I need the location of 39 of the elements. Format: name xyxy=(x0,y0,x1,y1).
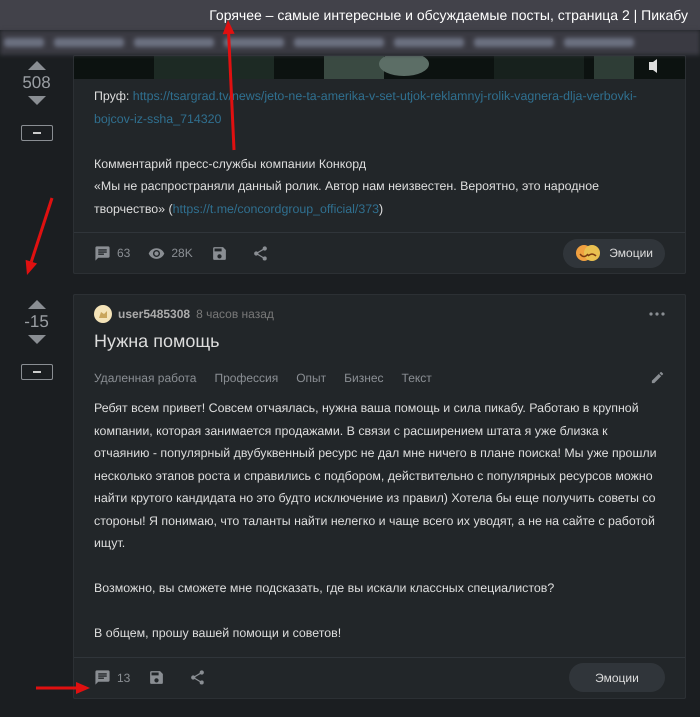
more-icon[interactable] xyxy=(649,311,665,317)
comment-count: 13 xyxy=(117,670,130,684)
comment-icon[interactable] xyxy=(94,669,111,686)
rating: -15 xyxy=(24,312,49,332)
tag[interactable]: Профессия xyxy=(214,370,278,384)
window-title: Горячее – самые интересные и обсуждаемые посты, страница 2 | Пикабу xyxy=(209,7,688,23)
rating: 508 xyxy=(22,73,51,93)
post-title[interactable]: Нужна помощь xyxy=(94,331,665,352)
downvote-icon[interactable] xyxy=(28,96,46,105)
view-count: 28K xyxy=(171,246,193,260)
avatar[interactable] xyxy=(94,305,112,323)
paragraph: Комментарий пресс-службы компании Конкорд «Мы не распространяли данный ролик. Автор нам неизвестен. Вероятно, это народное творчество» (https://t.me/concordgroup_official/373) xyxy=(94,156,600,218)
paragraph: Возможно, вы сможете мне подсказать, где вы искали классных специалистов? xyxy=(94,580,556,597)
tag[interactable]: Опыт xyxy=(296,370,326,384)
tag[interactable]: Бизнес xyxy=(344,370,384,384)
paragraph: В общем, прошу вашей помощи и советов! xyxy=(94,625,342,642)
tag[interactable]: Удаленная работа xyxy=(94,370,196,384)
post-time: 8 часов назад xyxy=(196,307,274,321)
masks-icon xyxy=(575,243,602,263)
comment-icon[interactable] xyxy=(94,244,111,262)
upvote-icon[interactable] xyxy=(28,300,46,309)
tag[interactable]: Текст xyxy=(402,370,432,384)
collapse-button[interactable] xyxy=(20,364,52,380)
author-name[interactable]: user5485308 xyxy=(118,307,190,321)
collapse-button[interactable] xyxy=(20,125,52,141)
share-icon[interactable] xyxy=(252,244,269,262)
save-icon[interactable] xyxy=(148,669,166,686)
emotions-button[interactable]: Эмоции xyxy=(569,663,665,692)
save-icon[interactable] xyxy=(210,244,228,262)
share-icon[interactable] xyxy=(189,669,206,686)
paragraph: Ребят всем привет! Совсем отчаялась, нужна ваша помощь и сила пикабу. Работаю в крупной компании, которая занимается продажами. В связи с расширением штата я уже близка к отчаянию - популярный двубуквенный ресурс не дал мне ничего в плане поиска! Мы уже прошли несколько этапов роста и справились с подбором, действительно с популярных ресурсов можно найти крутого кандидата но это будто исключение из правил) Хотела бы еще получить советы со стороны! Я понимаю, что таланты найти нелегко и чаще всего их уводят, а не на сайте с работой ищут. xyxy=(94,400,658,552)
link[interactable]: bojcov-iz-ssha_714320 xyxy=(94,112,222,126)
upvote-icon[interactable] xyxy=(28,61,46,70)
edit-icon[interactable] xyxy=(650,370,665,385)
annotation-arrow xyxy=(36,682,90,694)
downvote-icon[interactable] xyxy=(28,335,46,344)
comment-count: 63 xyxy=(117,246,130,260)
emotions-button[interactable]: Эмоции xyxy=(563,238,665,268)
link[interactable]: https://t.me/concordgroup_official/373 xyxy=(172,202,380,216)
